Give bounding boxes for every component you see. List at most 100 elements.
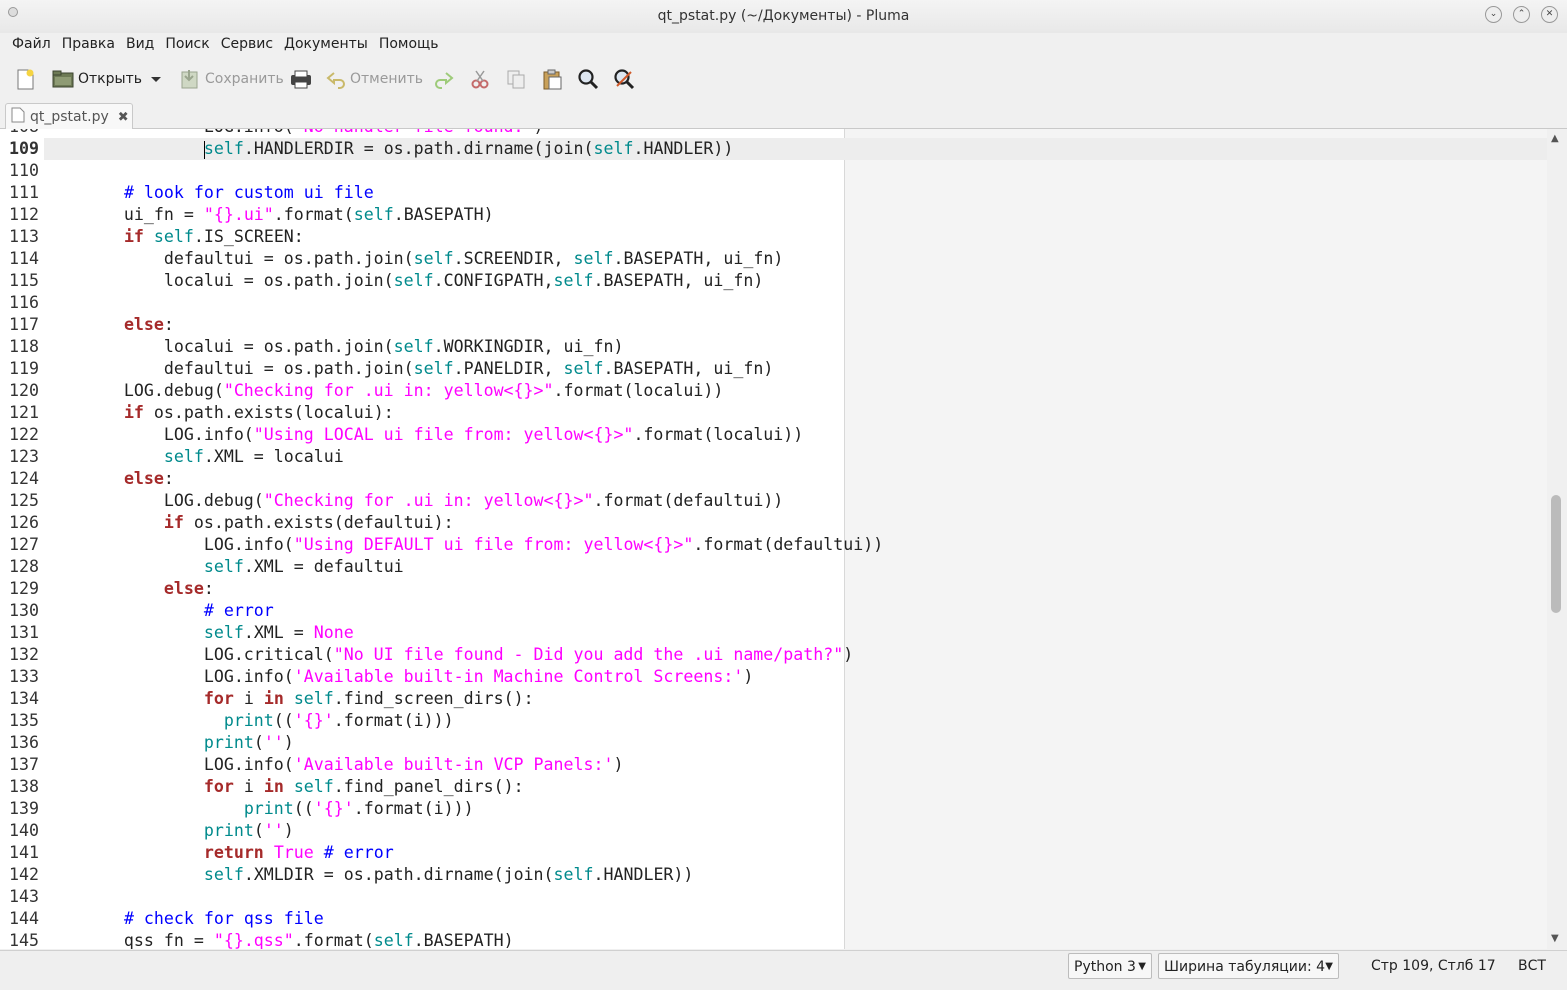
language-selector[interactable]: Python 3 ▼ — [1068, 953, 1152, 979]
code-text: LOG.info("Using LOCAL ui file from: yell… — [44, 425, 804, 444]
line-number: 115 — [9, 271, 39, 290]
tab-width-selector[interactable]: Ширина табуляции: 4 ▼ — [1158, 953, 1339, 979]
vertical-scrollbar[interactable]: ▲ ▼ — [1547, 129, 1567, 949]
code-text: print('') — [203, 733, 294, 752]
redo-button[interactable] — [432, 66, 454, 92]
code-text: LOG.debug("Checking for .ui in: yellow<{… — [44, 381, 724, 400]
menu-documents[interactable]: Документы — [284, 33, 368, 52]
open-button[interactable]: Открыть — [52, 66, 142, 92]
code-text: self.HANDLERDIR = os.path.dirname(join(s… — [203, 139, 734, 159]
cut-button[interactable] — [469, 66, 491, 92]
code-text: else: — [123, 469, 174, 488]
undo-label: Отменить — [350, 71, 424, 87]
code-text: ui_fn = "{}.ui".format(self.BASEPATH) — [44, 205, 494, 224]
open-recent-dropdown[interactable] — [148, 66, 170, 92]
maximize-icon[interactable]: ⌃ — [1513, 6, 1530, 23]
menu-file[interactable]: Файл — [12, 33, 51, 52]
line-number: 112 — [9, 205, 39, 224]
code-text: for i in self.find_panel_dirs(): — [203, 777, 524, 796]
line-number: 113 — [9, 227, 39, 246]
line-number: 123 — [9, 447, 39, 466]
paste-button[interactable] — [541, 66, 563, 92]
code-text: if os.path.exists(defaultui): — [163, 513, 454, 532]
line-number: 116 — [9, 293, 39, 312]
code-text: defaultui = os.path.join(self.PANELDIR, … — [44, 359, 774, 378]
line-number: 143 — [9, 887, 39, 906]
copy-button[interactable] — [505, 66, 527, 92]
scrollbar-thumb[interactable] — [1551, 495, 1561, 613]
printer-icon — [289, 68, 311, 90]
menu-view[interactable]: Вид — [126, 33, 154, 52]
tab-label: qt_pstat.py — [30, 109, 109, 125]
line-number: 144 — [9, 909, 39, 928]
new-file-button[interactable] — [14, 66, 36, 92]
code-text: else: — [123, 315, 174, 334]
tab-qt-pstat[interactable]: qt_pstat.py ✖ — [5, 103, 133, 130]
replace-button[interactable] — [613, 66, 635, 92]
code-text: for i in self.find_screen_dirs(): — [203, 689, 534, 708]
tab-bar: qt_pstat.py ✖ — [0, 100, 1567, 130]
code-text: localui = os.path.join(self.CONFIGPATH,s… — [44, 271, 764, 290]
print-button[interactable] — [289, 66, 311, 92]
line-number: 136 — [9, 733, 39, 752]
scroll-down-icon[interactable]: ▼ — [1551, 933, 1559, 944]
line-number: 138 — [9, 777, 39, 796]
line-number: 114 — [9, 249, 39, 268]
chevron-down-icon: ▼ — [1325, 961, 1333, 972]
line-number: 133 — [9, 667, 39, 686]
line-number: 117 — [9, 315, 39, 334]
line-number: 121 — [9, 403, 39, 422]
right-margin-area — [845, 129, 1547, 949]
tab-width-label: Ширина табуляции: 4 — [1164, 959, 1326, 975]
close-icon[interactable]: ✕ — [1541, 6, 1558, 23]
code-text: LOG.info('Available built-in VCP Panels:… — [44, 755, 624, 774]
insert-mode: ВСТ — [1518, 958, 1546, 974]
code-text: self.XML = localui — [163, 447, 344, 466]
code-text: LOG.critical("No UI file found - Did you… — [44, 645, 854, 664]
line-number: 111 — [9, 183, 39, 202]
menu-tools[interactable]: Сервис — [221, 33, 273, 52]
undo-icon — [326, 68, 348, 90]
window-title: qt_pstat.py (~/Документы) - Pluma — [657, 8, 910, 24]
scissors-icon — [469, 68, 491, 90]
language-label: Python 3 — [1074, 959, 1136, 975]
new-file-icon — [14, 68, 36, 90]
code-text: else: — [163, 579, 214, 598]
line-number: 109 — [9, 139, 39, 158]
code-text: print(('{}'.format(i))) — [223, 711, 454, 730]
search-button[interactable] — [577, 66, 599, 92]
undo-button[interactable]: Отменить — [326, 66, 423, 92]
menu-help[interactable]: Помощь — [379, 33, 439, 52]
code-text: # look for custom ui file — [123, 183, 374, 202]
save-button[interactable]: Сохранить — [179, 66, 284, 92]
close-tab-icon[interactable]: ✖ — [118, 110, 129, 125]
menu-edit[interactable]: Правка — [62, 33, 115, 52]
line-number: 119 — [9, 359, 39, 378]
save-icon — [179, 68, 201, 90]
search-replace-icon — [613, 68, 635, 90]
minimize-icon[interactable]: ⌄ — [1485, 6, 1502, 23]
code-text: self.XML = None — [203, 623, 354, 642]
line-number: 118 — [9, 337, 39, 356]
line-number: 137 — [9, 755, 39, 774]
menu-search[interactable]: Поиск — [165, 33, 209, 52]
title-bar: qt_pstat.py (~/Документы) - Pluma ⌄ ⌃ ✕ — [0, 0, 1567, 33]
line-number: 129 — [9, 579, 39, 598]
line-number: 139 — [9, 799, 39, 818]
code-text: print(('{}'.format(i))) — [243, 799, 474, 818]
line-number: 142 — [9, 865, 39, 884]
line-number: 122 — [9, 425, 39, 444]
chevron-down-icon — [148, 68, 170, 90]
code-editor[interactable]: 108 LOG.info('No handler file found.') 10… — [0, 129, 1547, 949]
line-number: 126 — [9, 513, 39, 532]
redo-icon — [432, 68, 454, 90]
line-number: 140 — [9, 821, 39, 840]
line-number: 124 — [9, 469, 39, 488]
line-number: 120 — [9, 381, 39, 400]
line-number: 110 — [9, 161, 39, 180]
code-text: print('') — [203, 821, 294, 840]
line-number: 108 — [9, 129, 41, 138]
line-number: 134 — [9, 689, 39, 708]
scroll-up-icon[interactable]: ▲ — [1551, 133, 1559, 144]
line-number: 141 — [9, 843, 39, 862]
